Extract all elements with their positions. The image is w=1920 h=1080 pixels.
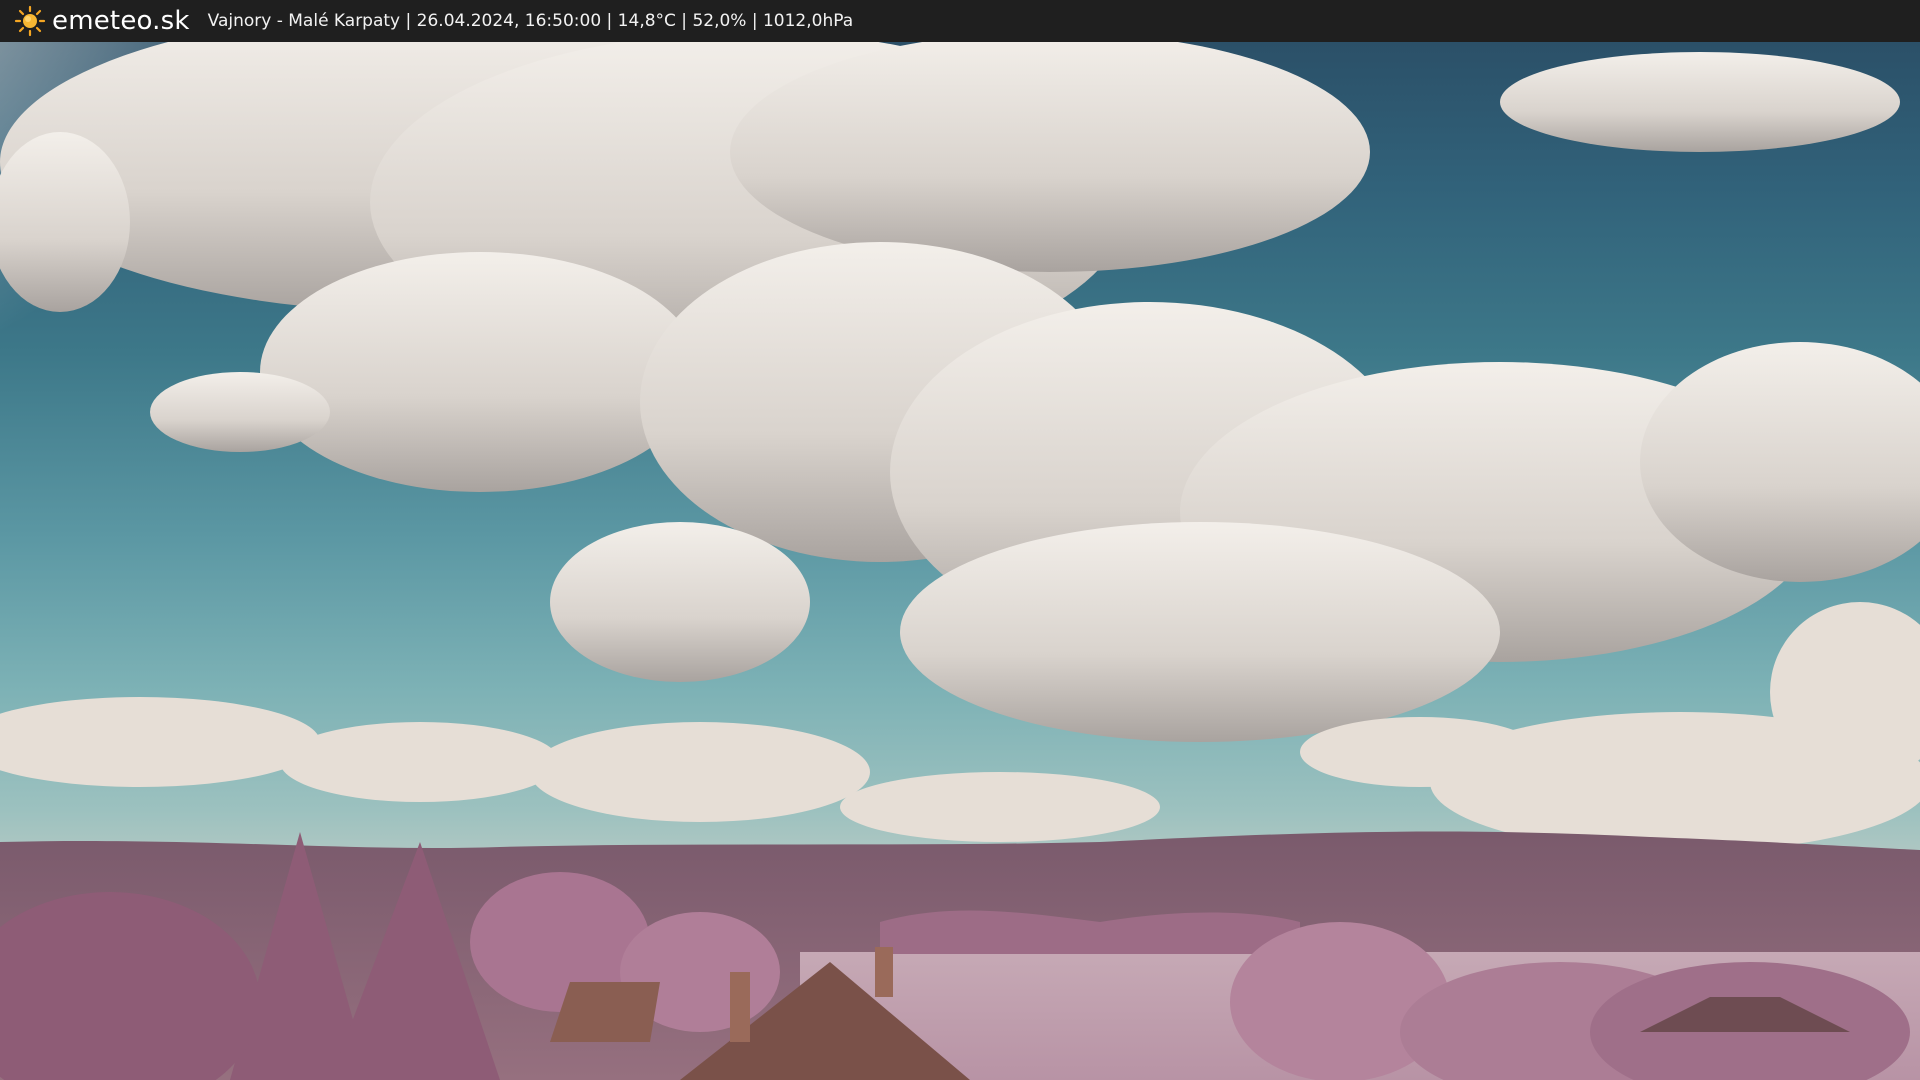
sun-icon — [14, 5, 46, 37]
sky-landscape-image — [0, 42, 1920, 1080]
cloud-mass — [0, 42, 1920, 742]
station-caption: Vajnory - Malé Karpaty | 26.04.2024, 16:… — [207, 11, 854, 31]
webcam-view: emeteo.sk Vajnory - Malé Karpaty | 26.04… — [0, 0, 1920, 1080]
site-logo[interactable]: emeteo.sk — [14, 5, 190, 37]
brand-name: emeteo.sk — [52, 6, 190, 36]
info-bar: emeteo.sk Vajnory - Malé Karpaty | 26.04… — [0, 0, 1920, 42]
